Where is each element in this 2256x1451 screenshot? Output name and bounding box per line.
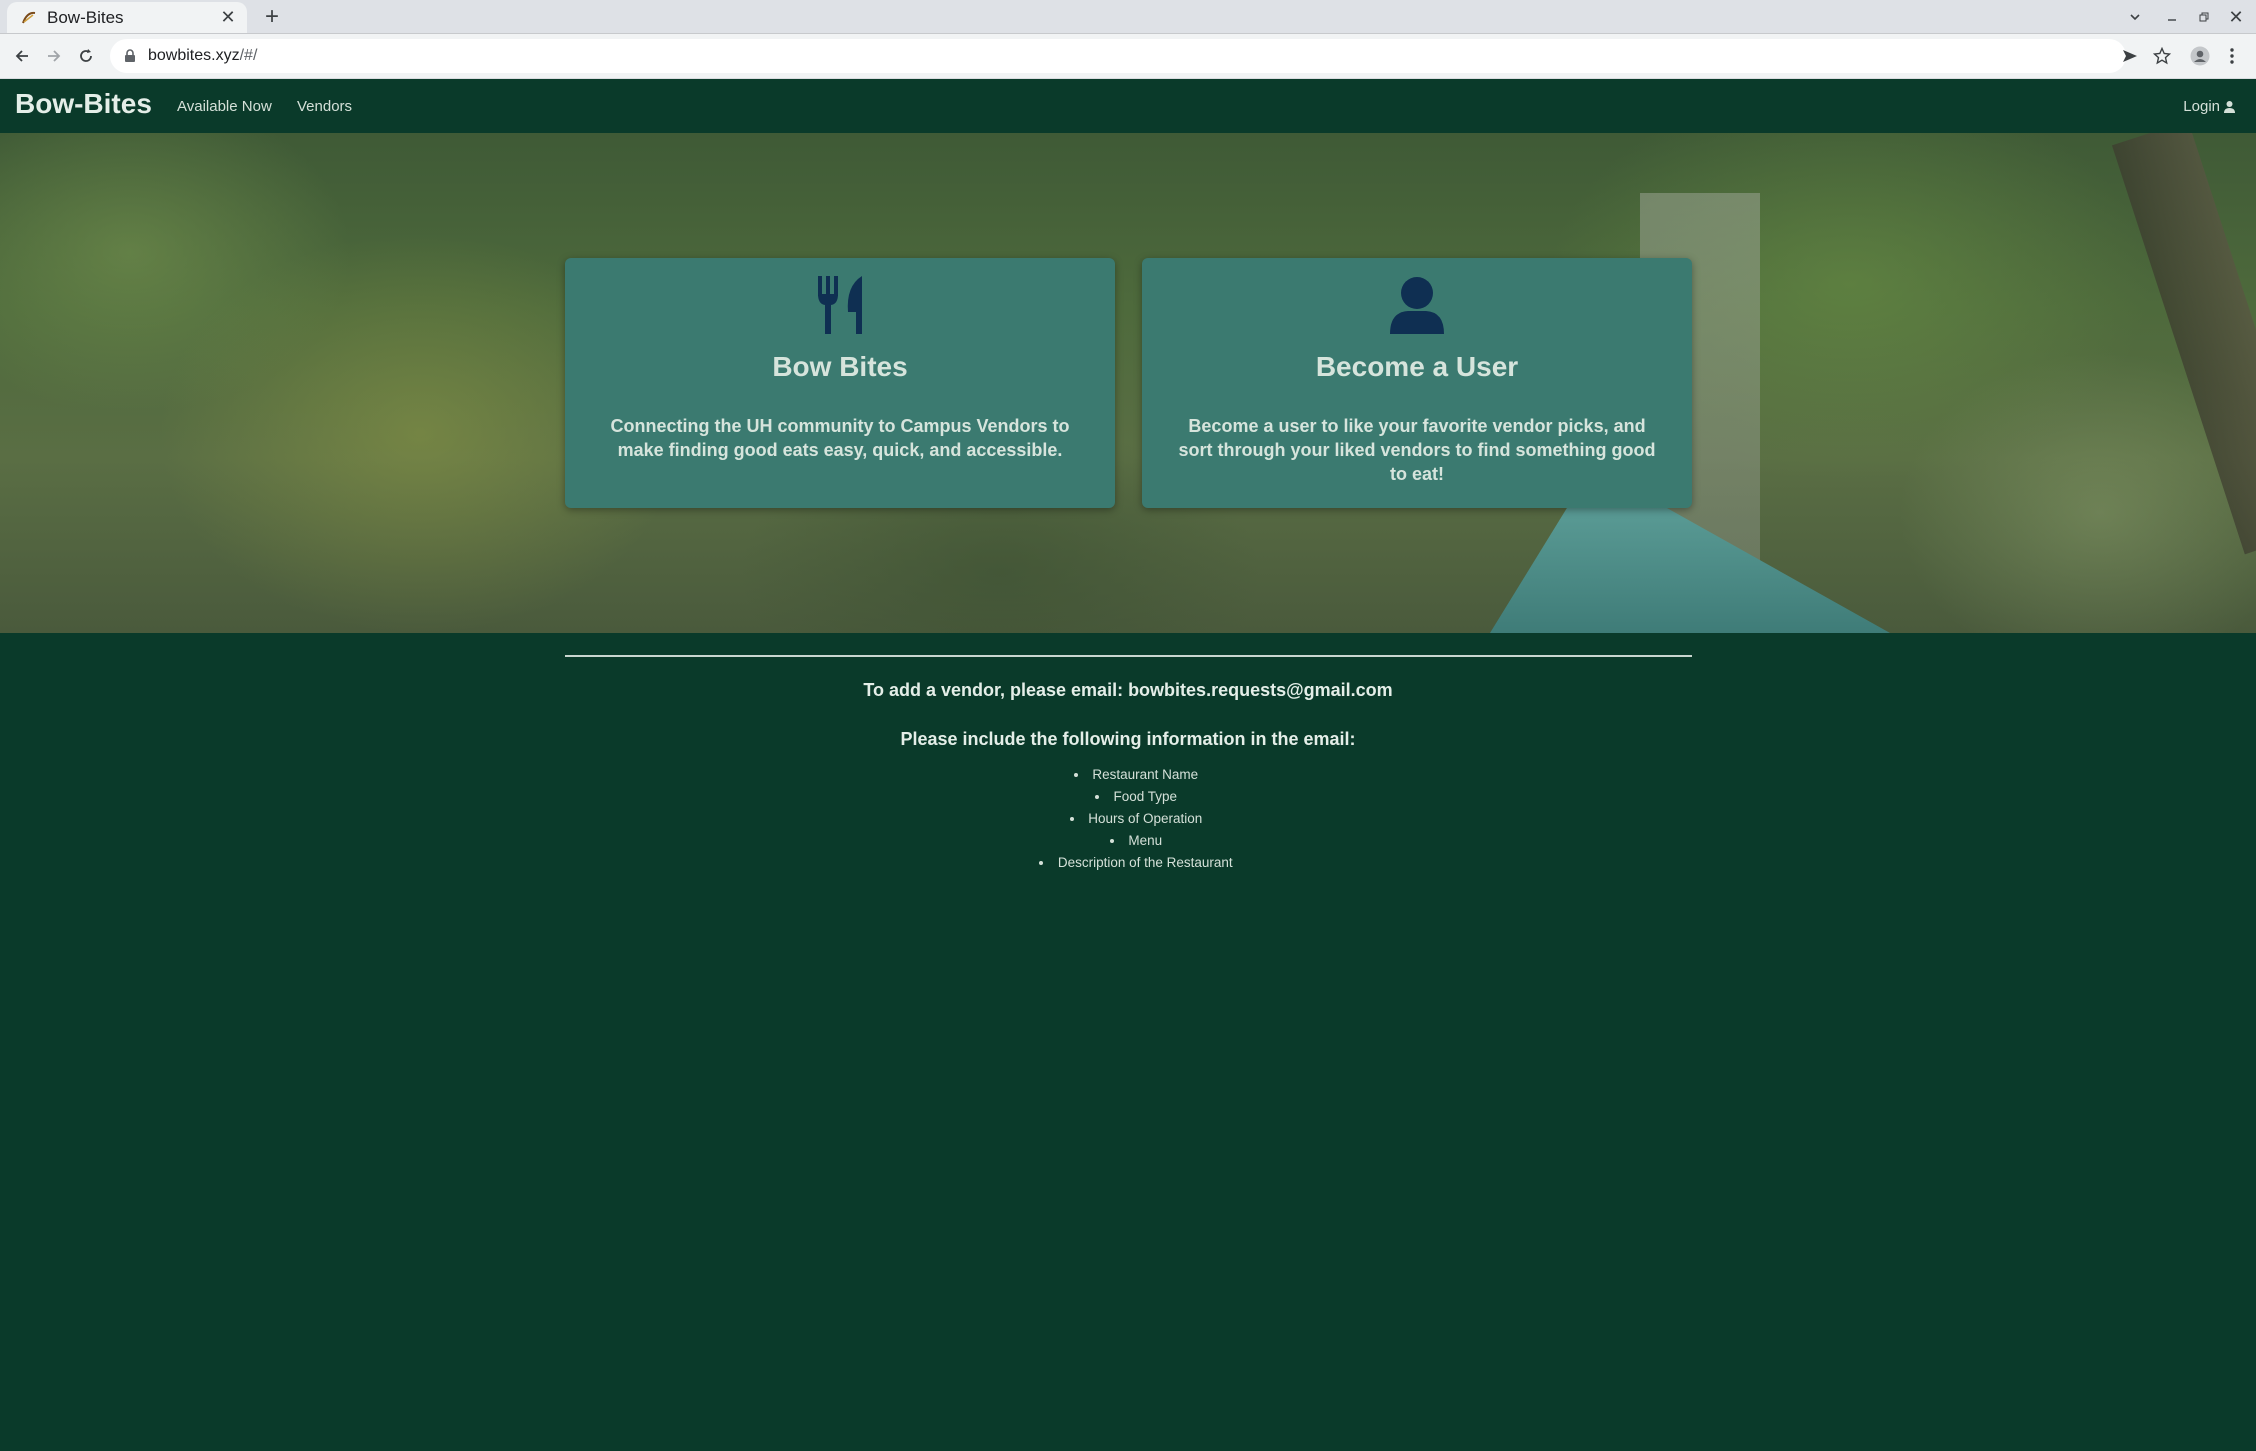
send-icon[interactable] <box>2116 42 2144 70</box>
card-text: Connecting the UH community to Campus Ve… <box>610 416 1070 460</box>
new-tab-button[interactable]: + <box>258 3 286 31</box>
list-item: Description of the Restaurant <box>0 852 2256 874</box>
building-roof <box>1490 503 1890 633</box>
browser-tab-bar: Bow-Bites ✕ + ✕ <box>0 0 2256 34</box>
tree-trunk <box>2111 133 2256 555</box>
hero-background: Bow Bites Connecting the UH community to… <box>0 133 2256 633</box>
card-become-a-user[interactable]: Become a User Become a user to like your… <box>1142 258 1692 508</box>
card-bow-bites: Bow Bites Connecting the UH community to… <box>565 258 1115 508</box>
restore-icon[interactable] <box>2190 3 2218 31</box>
reload-icon[interactable] <box>72 42 100 70</box>
user-icon <box>1390 277 1444 334</box>
tab-close-icon[interactable]: ✕ <box>217 7 239 29</box>
nav-link-available-now[interactable]: Available Now <box>177 98 272 115</box>
list-item: Food Type <box>0 786 2256 808</box>
tab-search-chevron-icon[interactable] <box>2122 4 2148 30</box>
profile-icon[interactable] <box>2186 42 2214 70</box>
browser-tab[interactable]: Bow-Bites ✕ <box>7 2 247 33</box>
list-item: Restaurant Name <box>0 764 2256 786</box>
card-title: Become a User <box>1315 351 1519 382</box>
vendor-email-text: To add a vendor, please email: bowbites.… <box>863 680 1393 700</box>
url-text: bowbites.xyz/#/ <box>148 47 257 65</box>
include-info-heading: Please include the following information… <box>900 729 1356 749</box>
utensils-icon <box>818 276 862 334</box>
forward-arrow-icon[interactable] <box>40 42 68 70</box>
list-item: Hours of Operation <box>0 808 2256 830</box>
address-bar[interactable]: bowbites.xyz/#/ <box>110 39 2126 73</box>
url-host: bowbites.xyz <box>148 47 240 64</box>
user-icon <box>2224 101 2235 113</box>
browser-toolbar: bowbites.xyz/#/ <box>0 34 2256 79</box>
minimize-icon[interactable] <box>2158 3 2186 31</box>
login-button[interactable]: Login <box>2183 98 2236 115</box>
back-arrow-icon[interactable] <box>8 42 36 70</box>
lock-icon <box>122 48 138 64</box>
login-label: Login <box>2183 98 2220 115</box>
tab-title: Bow-Bites <box>47 7 124 27</box>
bookmark-star-icon[interactable] <box>2148 42 2176 70</box>
url-path: /#/ <box>239 47 258 64</box>
bow-favicon-icon <box>22 11 36 23</box>
site-navbar: Bow-Bites Available Now Vendors Login <box>0 79 2256 133</box>
brand-logo[interactable]: Bow-Bites <box>15 88 152 120</box>
menu-dots-icon[interactable] <box>2218 42 2246 70</box>
card-text: Become a user to like your favorite vend… <box>1178 416 1656 484</box>
nav-link-vendors[interactable]: Vendors <box>297 98 352 115</box>
card-title: Bow Bites <box>772 351 908 382</box>
close-window-icon[interactable]: ✕ <box>2222 3 2250 31</box>
divider <box>565 655 1692 657</box>
info-list: Restaurant Name Food Type Hours of Opera… <box>0 764 2256 874</box>
list-item: Menu <box>0 830 2256 852</box>
